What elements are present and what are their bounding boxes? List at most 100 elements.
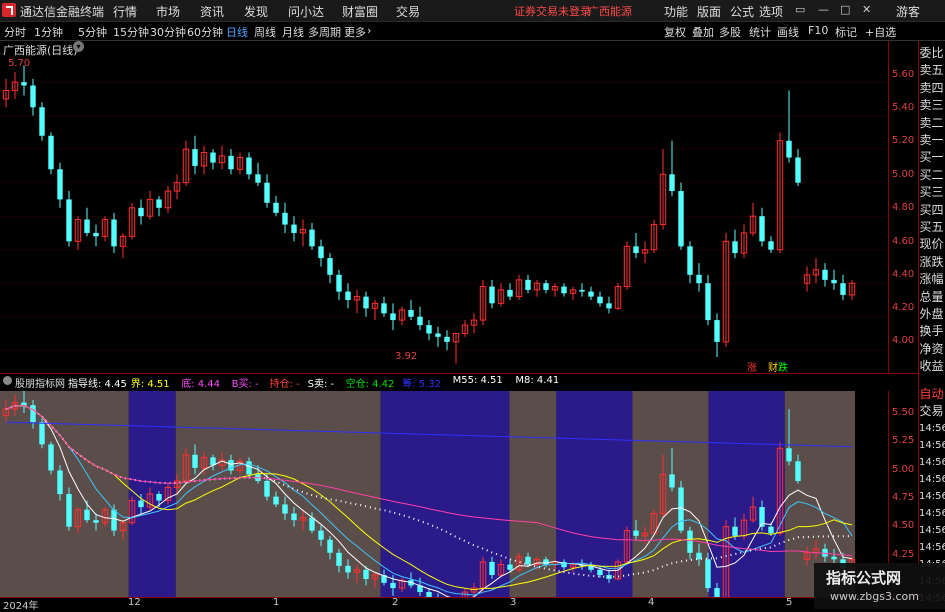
candle-body (66, 494, 72, 527)
huaxian-button[interactable]: 画线 (777, 24, 799, 40)
quote-label[interactable]: 换手 (918, 322, 945, 339)
tab-5min[interactable]: 5分钟 (78, 24, 107, 40)
quote-label[interactable]: 涨幅 (918, 270, 945, 287)
menu-item-shichang[interactable]: 市场 (156, 3, 180, 20)
candle-body (795, 157, 801, 183)
zhang-badge[interactable]: 涨 (747, 359, 757, 374)
menu-item-faxian[interactable]: 发现 (244, 3, 268, 20)
candle-body (507, 289, 513, 297)
candle-body (210, 152, 216, 163)
quote-label[interactable]: 卖一 (918, 131, 945, 148)
menu-banmian[interactable]: 版面 (697, 3, 721, 20)
time-cell: 14:56 (919, 474, 945, 485)
minimize-icon[interactable]: — (818, 3, 829, 16)
menu-item-jiaoyi[interactable]: 交易 (396, 3, 420, 20)
tab-fenshi[interactable]: 分时 (4, 24, 26, 40)
tab-15min[interactable]: 15分钟 (113, 24, 149, 40)
quote-label[interactable]: 涨跌 (918, 253, 945, 270)
quote-label[interactable]: 卖三 (918, 96, 945, 113)
tab-1min[interactable]: 1分钟 (34, 24, 63, 40)
quote-label[interactable]: 现价 (918, 235, 945, 252)
quote-label[interactable]: 卖二 (918, 114, 945, 131)
duogu-button[interactable]: 多股 (719, 24, 741, 40)
candle-body (282, 504, 288, 514)
trade-label[interactable]: 交易 (918, 402, 945, 419)
quote-label[interactable]: 净资 (918, 340, 945, 357)
candle-body (30, 405, 36, 423)
menu-xuanxiang[interactable]: 选项 (759, 3, 783, 20)
quote-label[interactable]: 外盘 (918, 305, 945, 322)
candle-body (426, 325, 432, 334)
quote-label[interactable]: 收益 (918, 357, 945, 374)
time-cell: 14:56 (919, 440, 945, 451)
candle-body (273, 496, 279, 505)
restore-icon[interactable]: ▭ (795, 3, 805, 16)
candle-body (48, 135, 54, 170)
more-chevron-icon[interactable]: › (367, 24, 371, 37)
price-tick: 5.20 (892, 135, 915, 146)
chart-settings-icon[interactable]: ▾ (73, 41, 84, 52)
login-warning[interactable]: 证券交易未登录 (514, 3, 591, 19)
cai-badge[interactable]: 财 (768, 359, 778, 374)
menu-gongneng[interactable]: 功能 (664, 3, 688, 20)
candle-body (66, 199, 72, 242)
diejia-button[interactable]: 叠加 (692, 24, 714, 40)
biaoji-button[interactable]: 标记 (835, 24, 857, 40)
tab-monthly[interactable]: 月线 (282, 24, 304, 40)
indicator-chart[interactable] (0, 391, 890, 597)
high-price-label: 5.70 (8, 58, 31, 69)
price-chart[interactable] (0, 52, 890, 372)
die-badge[interactable]: 跌 (778, 359, 788, 374)
tab-30min[interactable]: 30分钟 (150, 24, 186, 40)
quote-label[interactable]: 总量 (918, 288, 945, 305)
candle-body (714, 320, 720, 342)
indicator-value: M55: 4.51 (452, 375, 503, 386)
menu-gongshi[interactable]: 公式 (730, 3, 754, 20)
quote-label[interactable]: 买三 (918, 183, 945, 200)
guest-user[interactable]: 游客 (896, 3, 920, 20)
indicator-tick: 5.50 (892, 407, 915, 418)
indicator-tick: 5.25 (892, 435, 915, 447)
indicator-value: S卖: - (307, 379, 335, 390)
tab-daily[interactable]: 日线 (226, 24, 248, 40)
tab-weekly[interactable]: 周线 (254, 24, 276, 40)
quote-label[interactable]: 卖四 (918, 79, 945, 96)
indicator-value: 指导线: 4.45 (68, 379, 127, 390)
indicator-settings-icon[interactable] (3, 376, 12, 385)
indicator-name[interactable]: 股朋指标网 (15, 375, 65, 390)
candle-body (444, 336, 450, 342)
fuquan-button[interactable]: 复权 (664, 24, 686, 40)
f10-button[interactable]: F10 (808, 24, 828, 37)
quote-label[interactable]: 卖五 (918, 61, 945, 78)
price-tick: 5.40 (892, 102, 915, 113)
tab-60min[interactable]: 60分钟 (187, 24, 223, 40)
candle-body (633, 530, 639, 536)
menu-item-hangqing[interactable]: 行情 (113, 3, 137, 20)
candle-body (606, 303, 612, 309)
maximize-icon[interactable]: □ (840, 3, 850, 16)
quote-label[interactable]: 委比 (918, 44, 945, 61)
price-tick: 4.00 (892, 335, 915, 346)
menu-item-caifuquan[interactable]: 财富圈 (342, 3, 378, 20)
stock-link[interactable]: 广西能源 (588, 3, 632, 19)
add-watchlist-button[interactable]: +自选 (865, 24, 896, 40)
menu-item-wenxiaoda[interactable]: 问小达 (288, 3, 324, 20)
candle-body (678, 191, 684, 247)
quote-label[interactable]: 买四 (918, 201, 945, 218)
menu-item-zixun[interactable]: 资讯 (200, 3, 224, 20)
candle-body (687, 530, 693, 553)
quote-label[interactable]: 买二 (918, 166, 945, 183)
tab-more[interactable]: 更多 (344, 24, 366, 40)
quote-label[interactable]: 买一 (918, 148, 945, 165)
date-tick: 5 (786, 597, 793, 608)
trade-label[interactable]: 自动 (918, 385, 945, 402)
tongji-button[interactable]: 统计 (749, 24, 771, 40)
quote-label[interactable]: 买五 (918, 218, 945, 235)
candle-body (525, 279, 531, 290)
close-icon[interactable]: ✕ (862, 3, 871, 16)
tab-multi-period[interactable]: 多周期 (308, 24, 341, 40)
candle-body (318, 530, 324, 540)
candle-body (795, 461, 801, 481)
date-tick: 2 (392, 597, 399, 608)
date-tick: 3 (510, 597, 517, 608)
